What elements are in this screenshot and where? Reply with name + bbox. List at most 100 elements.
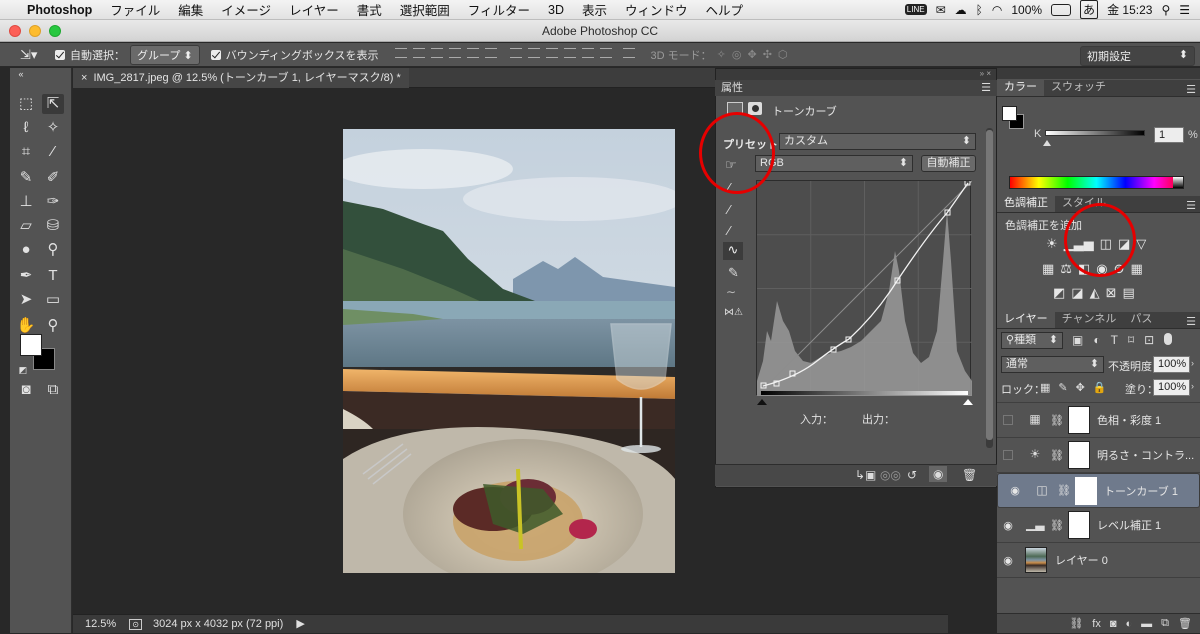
color-balance-icon[interactable]: ⚖ bbox=[1060, 261, 1072, 277]
layer-name[interactable]: レイヤー 0 bbox=[1055, 552, 1108, 568]
layers-panel-menu-icon[interactable]: ☰ bbox=[1186, 315, 1200, 328]
white-slider-icon[interactable] bbox=[963, 394, 973, 405]
hue-saturation-icon[interactable]: ▦ bbox=[1042, 261, 1054, 277]
filter-type-icon[interactable]: T bbox=[1111, 333, 1118, 347]
tab-color[interactable]: カラー bbox=[997, 79, 1044, 96]
new-layer-icon[interactable]: ⧉ bbox=[1161, 617, 1169, 630]
filter-adjustment-icon[interactable]: ◐ bbox=[1093, 333, 1100, 347]
pen-tool-icon[interactable]: ✒ bbox=[15, 266, 37, 286]
path-selection-tool-icon[interactable]: ➤ bbox=[15, 290, 37, 310]
align-hcenter-icon[interactable] bbox=[466, 48, 479, 58]
link-layers-icon[interactable]: ⛓ bbox=[1069, 617, 1083, 630]
tab-swatches[interactable]: スウォッチ bbox=[1044, 79, 1113, 96]
menu-filter[interactable]: フィルター bbox=[459, 0, 539, 19]
close-tab-icon[interactable]: × bbox=[81, 72, 87, 84]
menu-edit[interactable]: 編集 bbox=[169, 0, 212, 19]
eraser-tool-icon[interactable]: ▱ bbox=[15, 216, 37, 236]
filter-pixel-icon[interactable]: ▣ bbox=[1072, 333, 1083, 347]
layer-background-image[interactable]: ◉ レイヤー 0 bbox=[997, 543, 1200, 578]
notification-icon[interactable]: ✉ bbox=[936, 3, 946, 17]
spotlight-icon[interactable]: ⚲ bbox=[1161, 3, 1170, 17]
channel-dropdown[interactable]: RGB ⬍ bbox=[755, 155, 913, 172]
layer-mask-thumbnail[interactable] bbox=[1074, 476, 1097, 505]
posterize-icon[interactable]: ◪ bbox=[1071, 285, 1083, 301]
menu-select[interactable]: 選択範囲 bbox=[391, 0, 459, 19]
threshold-icon[interactable]: ◭ bbox=[1090, 285, 1100, 301]
layer-style-icon[interactable]: fx bbox=[1092, 618, 1101, 630]
align-vcenter-icon[interactable] bbox=[412, 48, 425, 58]
menu-layer[interactable]: レイヤー bbox=[280, 0, 348, 19]
quick-mask-icon[interactable]: ◙ bbox=[15, 380, 37, 400]
layer-mask-thumbnail[interactable] bbox=[1067, 441, 1090, 469]
properties-scrollbar[interactable] bbox=[986, 128, 993, 448]
zoom-level[interactable]: 12.5% bbox=[85, 618, 116, 630]
opacity-arrow-icon[interactable]: › bbox=[1191, 358, 1194, 368]
fill-field[interactable]: 100% bbox=[1153, 379, 1190, 396]
menu-view[interactable]: 表示 bbox=[573, 0, 616, 19]
screen-mode-icon[interactable]: ⧉ bbox=[42, 380, 64, 400]
bounding-box-checkbox[interactable] bbox=[210, 49, 221, 60]
menu-help[interactable]: ヘルプ bbox=[697, 0, 753, 19]
visibility-toggle[interactable] bbox=[1003, 415, 1013, 425]
opacity-field[interactable]: 100% bbox=[1153, 356, 1190, 373]
menu-window[interactable]: ウィンドウ bbox=[616, 0, 697, 19]
filter-shape-icon[interactable]: ⌑ bbox=[1128, 333, 1134, 347]
layer-name[interactable]: 色相・彩度 1 bbox=[1097, 412, 1161, 428]
properties-grip[interactable]: » × bbox=[716, 69, 996, 80]
layer-name[interactable]: レベル補正 1 bbox=[1097, 517, 1161, 533]
menu-type[interactable]: 書式 bbox=[348, 0, 391, 19]
new-adjustment-layer-icon[interactable]: ◐ bbox=[1126, 618, 1133, 630]
layer-name[interactable]: 明るさ・コントラ... bbox=[1097, 447, 1194, 463]
zoom-tool-icon[interactable]: ⚲ bbox=[42, 316, 64, 336]
color-panel-menu-icon[interactable]: ☰ bbox=[1186, 83, 1200, 96]
type-tool-icon[interactable]: T bbox=[42, 266, 64, 286]
preset-dropdown[interactable]: カスタム ⬍ bbox=[779, 133, 976, 150]
view-previous-icon[interactable]: ◎◎ bbox=[880, 468, 901, 482]
distribute-hcenter-icon[interactable] bbox=[581, 48, 594, 58]
distribute-left-icon[interactable] bbox=[563, 48, 576, 58]
notification-center-icon[interactable]: ☰ bbox=[1179, 3, 1190, 17]
curves-graph[interactable] bbox=[756, 180, 972, 396]
auto-button[interactable]: 自動補正 bbox=[921, 155, 976, 172]
tab-layers[interactable]: レイヤー bbox=[997, 311, 1055, 328]
distribute-vcenter-icon[interactable] bbox=[527, 48, 540, 58]
app-menu[interactable]: Photoshop bbox=[18, 3, 101, 17]
creative-cloud-icon[interactable]: ☁ bbox=[955, 3, 967, 17]
tab-adjustments[interactable]: 色調補正 bbox=[997, 195, 1055, 212]
brightness-contrast-icon[interactable]: ☀ bbox=[1046, 236, 1058, 252]
align-left-icon[interactable] bbox=[448, 48, 461, 58]
status-menu-arrow-icon[interactable]: ▶ bbox=[296, 618, 304, 630]
brush-tool-icon[interactable]: ✐ bbox=[42, 168, 64, 188]
dodge-tool-icon[interactable]: ⚲ bbox=[42, 240, 64, 260]
battery-icon[interactable] bbox=[1051, 3, 1072, 16]
lasso-tool-icon[interactable]: ℓ bbox=[15, 118, 37, 138]
clip-to-layer-icon[interactable]: ↳▣ bbox=[855, 468, 876, 482]
fill-arrow-icon[interactable]: › bbox=[1191, 381, 1194, 391]
smooth-curve-icon[interactable]: ∼ bbox=[726, 285, 736, 299]
panel-collapse-icon[interactable]: « bbox=[10, 68, 32, 80]
hand-tool-icon[interactable]: ✋ bbox=[15, 316, 37, 336]
eyedropper-tool-icon[interactable]: ⁄ bbox=[42, 142, 64, 162]
delete-layer-icon[interactable]: 🗑 bbox=[1178, 617, 1192, 630]
document-tab[interactable]: × IMG_2817.jpeg @ 12.5% (トーンカーブ 1, レイヤーマス… bbox=[73, 68, 409, 88]
layer-mask-thumbnail[interactable] bbox=[1067, 511, 1090, 539]
layer-mask-thumbnail[interactable] bbox=[1067, 406, 1090, 434]
k-value-field[interactable]: 1 bbox=[1154, 127, 1184, 143]
blur-tool-icon[interactable]: ● bbox=[15, 240, 37, 260]
status-icon[interactable]: ⊙ bbox=[129, 619, 142, 630]
tab-channels[interactable]: チャンネル bbox=[1055, 311, 1124, 328]
eye-icon[interactable]: ◉ bbox=[1004, 484, 1026, 497]
layer-image-thumbnail[interactable] bbox=[1025, 547, 1047, 573]
black-slider-icon[interactable] bbox=[757, 394, 767, 405]
curve-point-tool-icon[interactable]: ∿ bbox=[723, 242, 743, 260]
eye-icon[interactable]: ◉ bbox=[997, 519, 1019, 532]
clock[interactable]: 金 15:23 bbox=[1107, 1, 1152, 18]
add-mask-icon[interactable]: ◙ bbox=[1110, 618, 1117, 630]
move-tool-icon[interactable]: ⇱ bbox=[42, 94, 64, 114]
blend-mode-dropdown[interactable]: 通常 ⬍ bbox=[1001, 356, 1104, 373]
filter-toggle-icon[interactable] bbox=[1164, 333, 1173, 345]
paint-bucket-tool-icon[interactable]: ⛁ bbox=[42, 216, 64, 236]
lock-image-icon[interactable]: ✎ bbox=[1058, 381, 1067, 394]
marquee-tool-icon[interactable]: ⬚ bbox=[15, 94, 37, 114]
default-colors-icon[interactable]: ◩ bbox=[12, 360, 34, 380]
